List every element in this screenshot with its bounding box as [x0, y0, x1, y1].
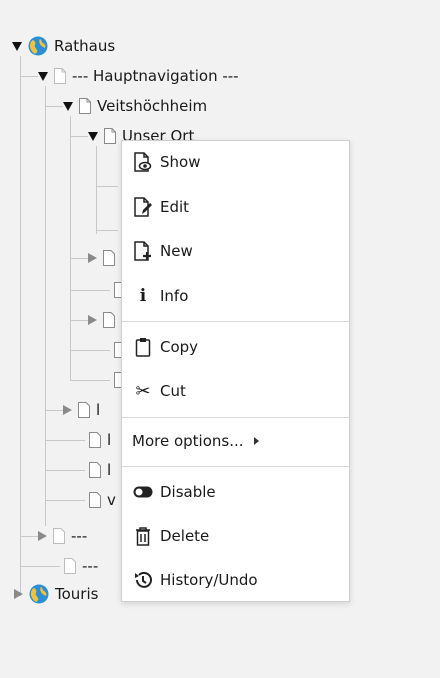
expand-toggle-icon[interactable]: [12, 41, 22, 51]
tree-guide-line: [70, 290, 110, 291]
toggle-icon: [132, 481, 154, 503]
menu-item-label: Copy: [160, 338, 199, 356]
menu-item-label: New: [160, 242, 193, 260]
tree-node-veitshoechheim[interactable]: Veitshöchheim: [63, 95, 207, 117]
menu-item-label: More options...: [132, 432, 244, 450]
tree-guide-line: [70, 258, 88, 259]
menu-item-label: Delete: [160, 527, 210, 545]
tree-node-touris[interactable]: Touris: [14, 583, 98, 605]
menu-item-label: Info: [160, 287, 189, 305]
tree-guide-line: [45, 440, 85, 441]
trash-icon: [132, 525, 154, 547]
context-menu: Show Edit New i Info Copy ✂ Cut More opt…: [121, 140, 350, 602]
menu-divider: [122, 466, 349, 467]
show-icon: [132, 151, 154, 173]
clipboard-icon: [132, 336, 154, 358]
menu-item-cut[interactable]: ✂ Cut: [122, 372, 349, 410]
menu-divider: [122, 417, 349, 418]
edit-icon: [132, 196, 154, 218]
tree-guide-line: [70, 320, 88, 321]
page-icon: [89, 432, 101, 448]
tree-node-collapsed[interactable]: [88, 309, 121, 331]
tree-guide-line: [70, 136, 88, 137]
tree-node-label[interactable]: l: [107, 431, 111, 449]
menu-item-delete[interactable]: Delete: [122, 517, 349, 555]
tree-node-label[interactable]: l: [107, 461, 111, 479]
tree-node-rathaus[interactable]: Rathaus: [12, 35, 115, 57]
scissors-icon: ✂: [135, 380, 151, 402]
page-icon: [103, 250, 115, 266]
tree-node-label[interactable]: l: [96, 401, 100, 419]
expand-toggle-icon[interactable]: [14, 589, 23, 599]
expand-toggle-icon[interactable]: [63, 101, 73, 111]
page-icon: [103, 312, 115, 328]
info-icon: i: [139, 286, 147, 306]
globe-icon: [29, 584, 49, 604]
page-icon: [78, 402, 90, 418]
tree-node-hauptnavigation[interactable]: --- Hauptnavigation ---: [38, 65, 239, 87]
menu-item-label: Edit: [160, 198, 190, 216]
history-icon: [132, 569, 154, 591]
page-icon: [89, 462, 101, 478]
tree-node-label[interactable]: Touris: [55, 585, 98, 603]
expand-toggle-icon[interactable]: [38, 531, 47, 541]
tree-node-label[interactable]: ---: [82, 557, 98, 575]
menu-item-new[interactable]: New: [122, 232, 349, 270]
tree-node-leaf[interactable]: ---: [60, 555, 98, 577]
tree-node-leaf[interactable]: l: [85, 429, 111, 451]
tree-node-leaf[interactable]: v: [85, 489, 116, 511]
expand-toggle-icon[interactable]: [88, 253, 97, 263]
page-icon: [89, 492, 101, 508]
tree-node-leaf[interactable]: l: [85, 459, 111, 481]
tree-guide-line: [20, 76, 38, 77]
tree-guide-line: [70, 116, 71, 381]
submenu-arrow-icon: [253, 437, 259, 445]
page-icon: [64, 558, 76, 574]
page-icon: [53, 528, 65, 544]
menu-item-copy[interactable]: Copy: [122, 328, 349, 366]
tree-guide-line: [70, 350, 110, 351]
menu-item-disable[interactable]: Disable: [122, 473, 349, 511]
tree-node-collapsed[interactable]: ---: [38, 525, 87, 547]
expand-toggle-icon[interactable]: [88, 315, 97, 325]
tree-node-label[interactable]: ---: [71, 527, 87, 545]
menu-item-label: Show: [160, 153, 201, 171]
tree-guide-line: [96, 186, 118, 187]
expand-toggle-icon[interactable]: [88, 131, 98, 141]
tree-node-label[interactable]: Veitshöchheim: [97, 97, 207, 115]
new-page-icon: [132, 240, 154, 262]
menu-divider: [122, 321, 349, 322]
tree-guide-line: [45, 86, 46, 526]
tree-guide-line: [20, 536, 38, 537]
tree-node-collapsed[interactable]: [88, 247, 121, 269]
menu-item-info[interactable]: i Info: [122, 277, 349, 315]
menu-item-show[interactable]: Show: [122, 143, 349, 181]
page-icon: [79, 98, 91, 114]
tree-guide-line: [96, 146, 97, 234]
tree-node-label[interactable]: --- Hauptnavigation ---: [72, 67, 239, 85]
menu-item-history-undo[interactable]: History/Undo: [122, 561, 349, 599]
tree-guide-line: [45, 470, 85, 471]
tree-guide-line: [45, 410, 63, 411]
tree-node-collapsed[interactable]: l: [63, 399, 100, 421]
tree-node-label[interactable]: Rathaus: [54, 37, 115, 55]
tree-guide-line: [45, 106, 63, 107]
globe-icon: [28, 36, 48, 56]
page-icon: [54, 68, 66, 84]
menu-item-label: Disable: [160, 483, 216, 501]
menu-item-edit[interactable]: Edit: [122, 188, 349, 226]
tree-node-label[interactable]: v: [107, 491, 116, 509]
tree-guide-line: [96, 230, 118, 231]
menu-item-label: Cut: [160, 382, 186, 400]
tree-guide-line: [20, 566, 60, 567]
tree-guide-line: [70, 380, 110, 381]
tree-guide-line: [45, 500, 85, 501]
page-icon: [104, 128, 116, 144]
menu-item-label: History/Undo: [160, 571, 258, 589]
tree-guide-line: [20, 56, 21, 596]
expand-toggle-icon[interactable]: [38, 71, 48, 81]
expand-toggle-icon[interactable]: [63, 405, 72, 415]
menu-item-more-options[interactable]: More options...: [122, 422, 349, 460]
